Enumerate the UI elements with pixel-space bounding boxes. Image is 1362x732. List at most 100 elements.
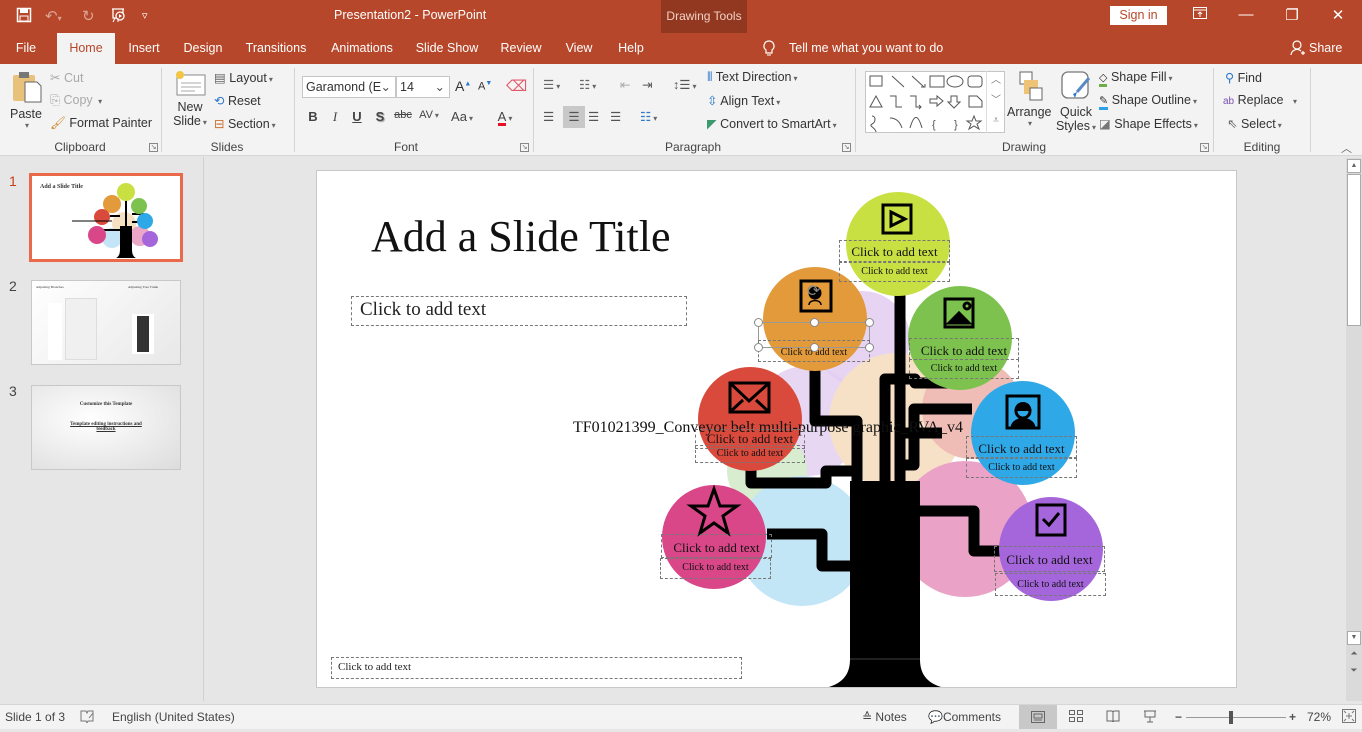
tab-animations[interactable]: Animations <box>325 33 399 64</box>
tell-me-search[interactable]: Tell me what you want to do <box>789 41 943 55</box>
font-name-select[interactable]: Garamond (E ⌄ <box>302 76 396 98</box>
normal-view-button[interactable] <box>1019 705 1057 729</box>
paste-button[interactable]: Paste ▾ <box>9 70 43 130</box>
language-indicator[interactable]: English (United States) <box>112 710 235 724</box>
tab-review[interactable]: Review <box>499 33 543 64</box>
shape-outline-button[interactable]: ✎ Shape Outline ▾ <box>1099 93 1197 110</box>
start-from-beginning-icon[interactable] <box>110 7 128 27</box>
resize-handle[interactable] <box>810 343 819 352</box>
copy-button[interactable]: ⎘ Copy ▾ <box>50 93 102 108</box>
decrease-font-size-button[interactable]: A▼ <box>478 80 492 93</box>
replace-button[interactable]: ab Replace ▾ <box>1223 93 1297 107</box>
redo-icon[interactable]: ↻ <box>82 7 95 25</box>
zoom-slider-thumb[interactable] <box>1229 711 1233 724</box>
strikethrough-button[interactable]: abc <box>392 109 414 121</box>
slide-sorter-icon[interactable] <box>1069 710 1083 725</box>
spell-check-icon[interactable] <box>80 710 95 726</box>
section-button[interactable]: ⊟ Section ▾ <box>214 116 276 131</box>
tab-transitions[interactable]: Transitions <box>243 33 309 64</box>
rotate-handle-icon[interactable]: ⟳ <box>807 281 820 301</box>
share-person-icon[interactable] <box>1290 40 1306 59</box>
vertical-scrollbar[interactable]: ▲ ▼ ⏶ ⏷ <box>1346 158 1362 701</box>
chevron-up-icon[interactable]: ︿ <box>987 71 1005 91</box>
footer-text-placeholder[interactable]: Click to add text <box>331 657 742 679</box>
clipboard-dialog-launcher[interactable]: ↘ <box>149 143 158 152</box>
node-sub-person[interactable]: Click to add text <box>966 458 1077 478</box>
gallery-scroll[interactable]: ︿ ﹀ ⩡ <box>986 71 1005 133</box>
align-left-icon[interactable]: ☰ <box>543 109 554 124</box>
tab-help[interactable]: Help <box>615 33 647 64</box>
tab-view[interactable]: View <box>563 33 595 64</box>
scroll-thumb[interactable] <box>1347 174 1361 326</box>
node-heading-play[interactable]: Click to add text <box>839 240 950 262</box>
thumbnail-slide-2[interactable]: Adjusting Branches Adjusting Tree Trunk <box>31 280 181 365</box>
paragraph-dialog-launcher[interactable]: ↘ <box>842 143 851 152</box>
character-spacing-button[interactable]: AV ▾ <box>416 109 442 121</box>
node-sub-play[interactable]: Click to add text <box>839 262 950 282</box>
node-heading-check[interactable]: Click to add text <box>994 546 1105 572</box>
shapes-gallery[interactable]: {} <box>865 71 1005 133</box>
next-slide-icon[interactable]: ⏷ <box>1347 665 1361 676</box>
restore-icon[interactable]: ❐ <box>1280 6 1304 24</box>
find-button[interactable]: ⚲ Find <box>1225 70 1262 85</box>
customize-qat-icon[interactable]: ▿ <box>142 9 148 22</box>
italic-button[interactable]: I <box>326 109 344 125</box>
select-button[interactable]: ⇖ Select ▾ <box>1227 116 1282 131</box>
node-sub-star[interactable]: Click to add text <box>660 558 771 579</box>
convert-smartart-button[interactable]: ◤ Convert to SmartArt ▾ <box>707 116 837 131</box>
align-center-icon[interactable]: ☰ <box>563 106 585 128</box>
node-heading-picture[interactable]: Click to add text <box>909 338 1019 360</box>
drawing-dialog-launcher[interactable]: ↘ <box>1200 143 1209 152</box>
scroll-up-icon[interactable]: ▲ <box>1347 159 1361 173</box>
clear-formatting-icon[interactable]: ⌫ <box>506 77 527 95</box>
node-heading-person[interactable]: Click to add text <box>966 436 1077 458</box>
body-text-placeholder[interactable]: Click to add text <box>351 296 687 326</box>
save-icon[interactable] <box>16 7 32 27</box>
shape-fill-button[interactable]: ◇ Shape Fill ▾ <box>1099 70 1173 87</box>
increase-font-size-button[interactable]: A▲ <box>455 78 471 94</box>
zoom-out-button[interactable]: − <box>1175 710 1182 724</box>
fit-slide-icon[interactable] <box>1342 709 1356 726</box>
thumbnail-slide-1[interactable]: Add a Slide Title <box>29 173 183 262</box>
zoom-level[interactable]: 72% <box>1307 710 1331 724</box>
node-heading-star[interactable]: Click to add text <box>661 534 772 558</box>
reading-view-icon[interactable] <box>1106 710 1120 725</box>
tab-home[interactable]: Home <box>57 33 115 64</box>
align-right-icon[interactable]: ☰ <box>588 109 599 124</box>
underline-button[interactable]: U <box>348 109 366 124</box>
ribbon-display-options-icon[interactable] <box>1188 6 1212 23</box>
resize-handle[interactable] <box>810 318 819 327</box>
undo-icon[interactable]: ↶▾ <box>45 7 62 25</box>
layout-button[interactable]: ▤ Layout ▾ <box>214 70 273 85</box>
new-slide-button[interactable]: New Slide ▾ <box>172 69 208 128</box>
resize-handle[interactable] <box>754 343 763 352</box>
font-dialog-launcher[interactable]: ↘ <box>520 143 529 152</box>
tab-slide-show[interactable]: Slide Show <box>414 33 480 64</box>
numbering-button[interactable]: ☷ ▾ <box>579 77 596 92</box>
align-text-button[interactable]: ⇳ Align Text ▾ <box>707 93 780 108</box>
arrange-button[interactable]: Arrange ▾ <box>1007 70 1051 128</box>
zoom-in-button[interactable]: + <box>1289 710 1296 724</box>
share-button[interactable]: Share <box>1309 41 1342 55</box>
resize-handle[interactable] <box>754 318 763 327</box>
sign-in-button[interactable]: Sign in <box>1110 6 1167 25</box>
reset-button[interactable]: ⟲ Reset <box>214 93 261 108</box>
shadow-button[interactable]: S <box>371 109 389 124</box>
node-sub-picture[interactable]: Click to add text <box>909 359 1019 379</box>
justify-icon[interactable]: ☰ <box>610 109 621 124</box>
font-color-button[interactable]: A ▾ <box>491 109 519 126</box>
previous-slide-icon[interactable]: ⏶ <box>1347 648 1361 659</box>
minimize-icon[interactable]: — <box>1234 6 1258 23</box>
tab-file[interactable]: File <box>8 33 44 64</box>
node-sub-check[interactable]: Click to add text <box>995 573 1106 596</box>
thumbnail-slide-3[interactable]: Customize this Template Template editing… <box>31 385 181 470</box>
collapse-ribbon-icon[interactable]: ︿ <box>1341 140 1352 156</box>
cut-button[interactable]: ✂ Cut <box>50 70 83 85</box>
slide-show-icon[interactable] <box>1143 710 1157 726</box>
slide-title[interactable]: Add a Slide Title <box>371 211 671 262</box>
line-spacing-button[interactable]: ↕☰ ▾ <box>673 77 696 92</box>
zoom-slider-track[interactable] <box>1186 717 1286 718</box>
font-size-select[interactable]: 14 ⌄ <box>396 76 450 98</box>
decrease-indent-icon[interactable]: ⇤ <box>620 77 630 92</box>
notes-button[interactable]: ≙ Notes <box>862 710 907 724</box>
